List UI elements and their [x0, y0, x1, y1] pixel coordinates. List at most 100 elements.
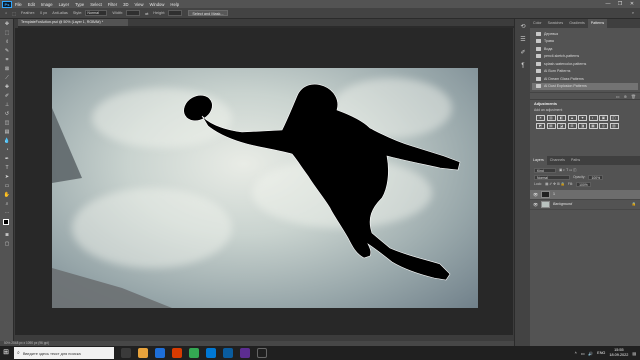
delete-icon[interactable]: 🗑 — [631, 94, 636, 99]
black-white-icon[interactable]: ◫ — [609, 115, 619, 121]
foreground-color-icon[interactable] — [3, 219, 9, 225]
volume-icon[interactable]: 🔊 — [588, 351, 593, 356]
opacity-input[interactable]: 100% — [588, 174, 604, 180]
tab-patterns[interactable]: Patterns — [587, 19, 608, 28]
clock[interactable]: 15:55 18.09.2022 — [609, 348, 628, 358]
crop-tool-icon[interactable]: ⌗ — [2, 56, 12, 64]
gradient-tool-icon[interactable]: ▤ — [2, 128, 12, 136]
document-tab[interactable]: TemplateForAction.psd @ 50% (Layer 1, RG… — [18, 19, 128, 26]
pattern-group-item[interactable]: Трава — [532, 38, 638, 46]
menu-3d[interactable]: 3D — [123, 2, 128, 7]
blend-mode-select[interactable]: Normal — [534, 174, 570, 180]
chrome-icon[interactable] — [189, 348, 199, 358]
layer-name[interactable]: 1 — [553, 192, 555, 196]
menu-help[interactable]: Help — [170, 2, 179, 7]
menu-select[interactable]: Select — [90, 2, 102, 7]
more-tools-icon[interactable]: ⋯ — [2, 209, 12, 217]
selective-color-icon[interactable]: ◎ — [599, 122, 608, 129]
screen-mode-icon[interactable]: ▢ — [2, 240, 12, 248]
taskbar-search[interactable]: ⌕ Введите здесь текст для поиска — [14, 347, 114, 359]
width-input[interactable] — [126, 10, 141, 16]
menu-view[interactable]: View — [135, 2, 144, 7]
color-balance-icon[interactable]: ▣ — [599, 115, 608, 121]
brush-tool-icon[interactable]: ✐ — [2, 92, 12, 100]
hue-saturation-icon[interactable]: ◐ — [588, 115, 598, 121]
height-input[interactable] — [168, 10, 183, 16]
eyedropper-tool-icon[interactable]: ⟋ — [2, 74, 12, 82]
adjustments-panel-title[interactable]: Adjustments — [530, 100, 640, 108]
photo-filter-icon[interactable]: ◩ — [536, 122, 545, 129]
pattern-group-item[interactable]: splash-watercolor-patterns — [532, 60, 638, 68]
tab-color[interactable]: Color — [530, 19, 545, 28]
language-indicator[interactable]: ENG — [597, 351, 605, 355]
notifications-icon[interactable]: ▤ — [632, 351, 636, 356]
photoshop-logo[interactable]: Ps — [2, 0, 12, 8]
levels-icon[interactable]: ▥ — [546, 115, 556, 121]
home-icon[interactable]: ⌂ — [5, 11, 7, 15]
vibrance-icon[interactable]: ▼ — [578, 115, 587, 121]
quick-mask-icon[interactable]: ◙ — [2, 231, 12, 239]
clone-stamp-tool-icon[interactable]: ⊥ — [2, 101, 12, 109]
antialias-checkbox[interactable]: Anti-alias — [52, 11, 68, 15]
lock-icons[interactable]: ▦ ✐ ✥ ⊞ 🔒 — [545, 182, 565, 186]
feather-input[interactable]: 0 px — [40, 11, 47, 15]
threshold-icon[interactable]: ▦ — [588, 122, 598, 129]
layer-row[interactable]: 👁 Background 🔒 — [530, 200, 640, 210]
select-and-mask-button[interactable]: Select and Mask... — [188, 10, 228, 16]
menu-filter[interactable]: Filter — [108, 2, 117, 7]
windows-start-icon[interactable]: ⊞ — [0, 346, 12, 360]
swap-icon[interactable]: ⇄ — [145, 11, 148, 16]
rectangle-tool-icon[interactable]: ▭ — [2, 182, 12, 190]
layer-name[interactable]: Background — [553, 202, 572, 206]
quick-selection-tool-icon[interactable]: ✎ — [2, 47, 12, 55]
premiere-taskbar-icon[interactable] — [240, 348, 250, 358]
brush-panel-icon[interactable]: ✐ — [517, 48, 529, 58]
layer-filter-kind[interactable]: Kind — [534, 167, 556, 173]
search-icon[interactable]: ⌕ — [632, 11, 634, 15]
marquee-tool-icon[interactable]: ⬚ — [12, 11, 16, 16]
lasso-tool-icon[interactable]: ℓ — [2, 38, 12, 46]
type-tool-icon[interactable]: T — [2, 164, 12, 172]
close-button[interactable]: ✕ — [626, 1, 638, 7]
properties-panel-icon[interactable]: ☰ — [517, 35, 529, 45]
zoom-tool-icon[interactable]: ⌕ — [2, 200, 12, 208]
menu-file[interactable]: File — [15, 2, 22, 7]
invert-icon[interactable]: ⊞ — [567, 122, 577, 129]
tab-swatches[interactable]: Swatches — [545, 19, 567, 28]
document-canvas[interactable] — [52, 68, 478, 308]
tab-channels[interactable]: Channels — [547, 156, 568, 165]
blur-tool-icon[interactable]: 💧 — [2, 137, 12, 145]
healing-brush-tool-icon[interactable]: ✚ — [2, 83, 12, 91]
network-icon[interactable]: ▭ — [581, 351, 585, 356]
menu-edit[interactable]: Edit — [28, 2, 35, 7]
history-brush-tool-icon[interactable]: ↺ — [2, 110, 12, 118]
tab-layers[interactable]: Layers — [530, 155, 547, 165]
new-pattern-icon[interactable]: ⊕ — [624, 94, 627, 99]
curves-icon[interactable]: ◧ — [557, 115, 566, 121]
edge-icon[interactable] — [155, 348, 165, 358]
app-taskbar-icon[interactable] — [257, 348, 267, 358]
pattern-group-item[interactable]: AI Burn Patterns — [532, 68, 638, 76]
path-selection-tool-icon[interactable]: ➤ — [2, 173, 12, 181]
pattern-group-item[interactable]: pencil-sketch-patterns — [532, 53, 638, 61]
yandex-icon[interactable] — [172, 348, 182, 358]
pattern-group-item-selected[interactable]: AI Dust Explosion Patterns — [532, 82, 638, 90]
exposure-icon[interactable]: ▲ — [567, 115, 577, 121]
task-view-icon[interactable] — [121, 348, 131, 358]
gradient-map-icon[interactable]: ▧ — [609, 122, 619, 129]
visibility-eye-icon[interactable]: 👁 — [533, 192, 538, 197]
channel-mixer-icon[interactable]: ▤ — [546, 122, 556, 129]
pattern-group-item[interactable]: Деревья — [532, 30, 638, 38]
filter-icons[interactable]: ▣ ◐ T ▭ ◫ — [559, 168, 576, 172]
paragraph-panel-icon[interactable]: ¶ — [517, 61, 529, 71]
eraser-tool-icon[interactable]: ◫ — [2, 119, 12, 127]
store-icon[interactable] — [206, 348, 216, 358]
tab-paths[interactable]: Paths — [568, 156, 583, 165]
new-group-icon[interactable]: ▭ — [616, 94, 620, 99]
pen-tool-icon[interactable]: ✒ — [2, 155, 12, 163]
marquee-tool-icon[interactable]: ⬚ — [2, 29, 12, 37]
file-explorer-icon[interactable] — [138, 348, 148, 358]
move-tool-icon[interactable]: ✥ — [2, 20, 12, 28]
hand-tool-icon[interactable]: ✋ — [2, 191, 12, 199]
maximize-button[interactable]: ❐ — [614, 1, 626, 7]
